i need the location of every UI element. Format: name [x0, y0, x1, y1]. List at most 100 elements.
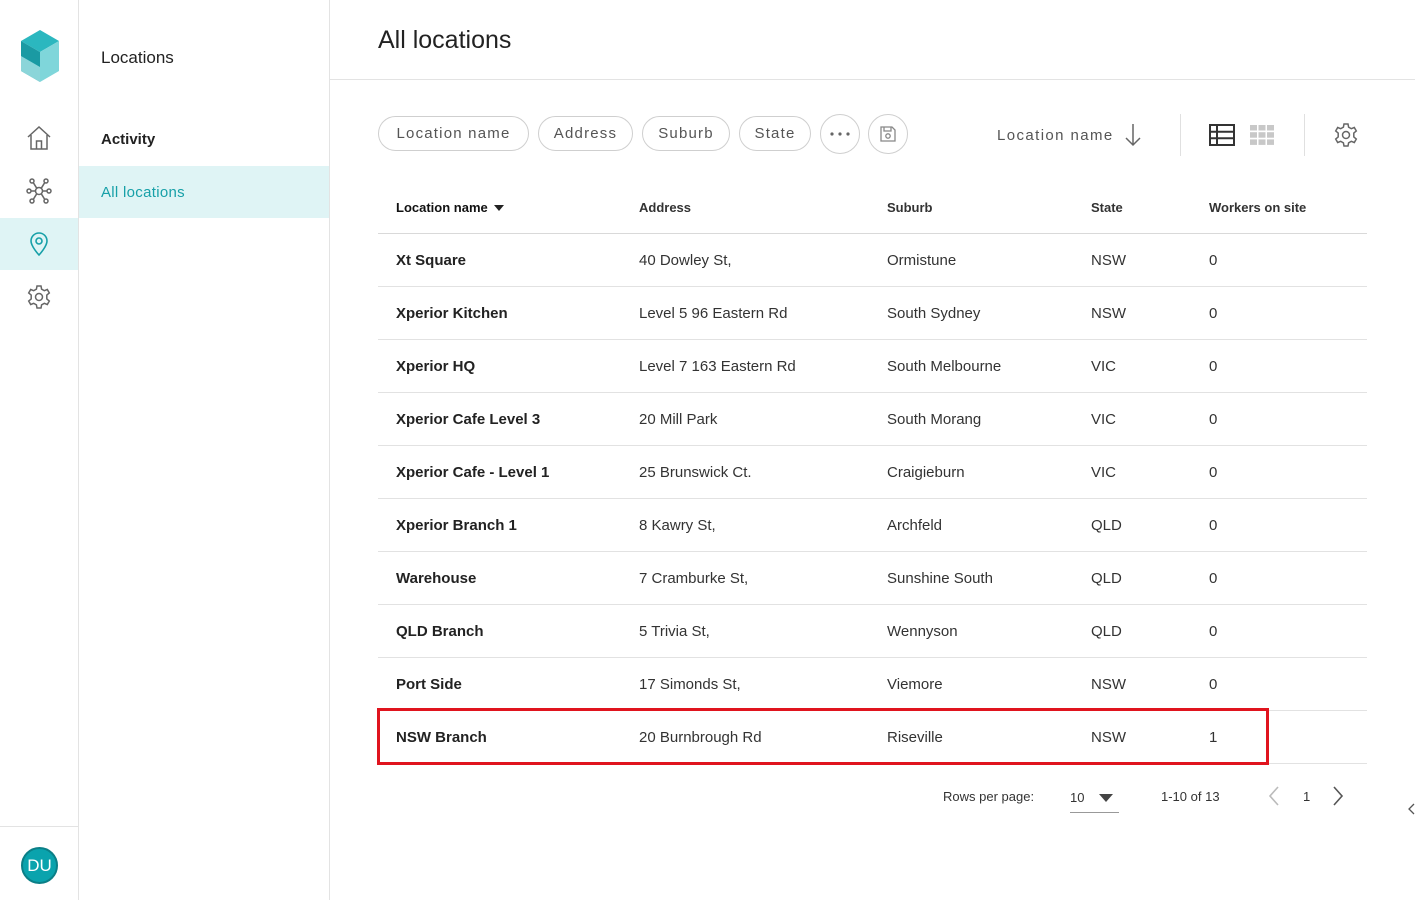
cell-location-name: Xperior Cafe - Level 1 — [396, 464, 550, 481]
nav-network[interactable] — [0, 165, 78, 217]
table-row[interactable]: Xperior HQ Level 7 163 Eastern Rd South … — [378, 340, 1367, 393]
cell-address: Level 5 96 Eastern Rd — [639, 305, 788, 322]
filter-chip-location-name[interactable]: Location name — [378, 116, 529, 151]
table-row[interactable]: Xt Square 40 Dowley St, Ormistune NSW 0 — [378, 234, 1367, 287]
cell-location-name: Xt Square — [396, 252, 467, 269]
list-view-button[interactable] — [1208, 122, 1236, 148]
cell-location-name: Xperior Cafe Level 3 — [396, 411, 541, 428]
cell-state: VIC — [1091, 358, 1117, 375]
rows-per-page-value: 10 — [1070, 789, 1085, 805]
cell-state: QLD — [1091, 570, 1122, 587]
table-row[interactable]: Xperior Cafe Level 3 20 Mill Park South … — [378, 393, 1367, 446]
sort-control[interactable]: Location name — [997, 122, 1142, 148]
page-title: All locations — [378, 26, 512, 54]
grid-view-button[interactable] — [1248, 122, 1276, 148]
cell-location-name: Xperior Branch 1 — [396, 517, 517, 534]
column-header-workers-on-site[interactable]: Workers on site — [1209, 200, 1306, 215]
cell-workers: 0 — [1209, 305, 1218, 322]
cell-address: 20 Mill Park — [639, 411, 718, 428]
cell-address: Level 7 163 Eastern Rd — [639, 358, 796, 375]
table-row[interactable]: Xperior Cafe - Level 1 25 Brunswick Ct. … — [378, 446, 1367, 499]
column-header-address[interactable]: Address — [639, 200, 691, 215]
table-row[interactable]: Xperior Branch 1 8 Kawry St, Archfeld QL… — [378, 499, 1367, 552]
table-row-highlighted[interactable]: NSW Branch 20 Burnbrough Rd Riseville NS… — [378, 711, 1367, 764]
save-filters-button[interactable] — [868, 114, 908, 154]
cell-address: 7 Cramburke St, — [639, 570, 749, 587]
cell-workers: 0 — [1209, 517, 1218, 534]
next-page-button[interactable] — [1330, 784, 1346, 813]
cell-suburb: Riseville — [887, 729, 943, 746]
cell-location-name: Xperior Kitchen — [396, 305, 508, 322]
subnav-item-activity[interactable]: Activity — [79, 113, 329, 165]
nav-home[interactable] — [0, 112, 78, 164]
nav-locations[interactable] — [0, 218, 78, 270]
cell-address: 40 Dowley St, — [639, 252, 732, 269]
cell-workers: 0 — [1209, 358, 1218, 375]
cell-workers: 0 — [1209, 252, 1218, 269]
cell-location-name: Warehouse — [396, 570, 477, 587]
network-icon — [26, 178, 52, 204]
page-header: All locations — [330, 0, 1415, 80]
nav-settings[interactable] — [0, 271, 78, 323]
cell-workers: 0 — [1209, 570, 1218, 587]
cell-state: VIC — [1091, 411, 1117, 428]
table-header: Location name Address Suburb State Worke… — [378, 181, 1367, 234]
cell-address: 8 Kawry St, — [639, 517, 716, 534]
column-header-state[interactable]: State — [1091, 200, 1123, 215]
collapse-panel-icon[interactable] — [1407, 802, 1415, 816]
column-header-suburb[interactable]: Suburb — [887, 200, 933, 215]
cell-state: NSW — [1091, 252, 1126, 269]
column-header-label: Location name — [396, 200, 488, 215]
user-avatar[interactable]: DU — [21, 847, 58, 884]
cell-workers: 0 — [1209, 623, 1218, 640]
table-row[interactable]: Port Side 17 Simonds St, Viemore NSW 0 — [378, 658, 1367, 711]
cell-location-name: QLD Branch — [396, 623, 484, 640]
grid-view-icon — [1250, 125, 1274, 145]
table-toolbar: Location name Address Suburb State Locat… — [378, 114, 1368, 156]
icon-rail: DU — [0, 0, 79, 900]
cell-suburb: South Sydney — [887, 305, 981, 322]
previous-page-button[interactable] — [1266, 784, 1282, 813]
sort-caret-icon — [493, 204, 504, 211]
app-logo[interactable] — [21, 30, 59, 82]
cell-suburb: Wennyson — [887, 623, 958, 640]
cell-location-name: Xperior HQ — [396, 358, 476, 375]
table-row[interactable]: Xperior Kitchen Level 5 96 Eastern Rd So… — [378, 287, 1367, 340]
cell-suburb: South Melbourne — [887, 358, 1002, 375]
locations-subnav: Locations Activity All locations — [79, 0, 330, 900]
main-content: All locations Location name Address Subu… — [330, 0, 1415, 900]
cell-workers: 1 — [1209, 729, 1218, 746]
table-row[interactable]: Warehouse 7 Cramburke St, Sunshine South… — [378, 552, 1367, 605]
cell-address: 5 Trivia St, — [639, 623, 710, 640]
cell-state: NSW — [1091, 305, 1126, 322]
gear-icon — [27, 285, 51, 309]
table-settings-button[interactable] — [1332, 121, 1360, 149]
ellipsis-icon — [830, 132, 850, 136]
subnav-item-all-locations[interactable]: All locations — [79, 166, 329, 218]
current-page[interactable]: 1 — [1303, 789, 1310, 804]
cell-state: QLD — [1091, 517, 1122, 534]
cell-address: 20 Burnbrough Rd — [639, 729, 762, 746]
sort-label: Location name — [997, 126, 1114, 144]
rows-per-page-select[interactable]: 10 — [1070, 782, 1119, 813]
cell-suburb: South Morang — [887, 411, 982, 428]
cell-suburb: Ormistune — [887, 252, 957, 269]
pagination: Rows per page: 10 1-10 of 13 1 — [330, 780, 1415, 820]
table-row[interactable]: QLD Branch 5 Trivia St, Wennyson QLD 0 — [378, 605, 1367, 658]
list-view-icon — [1209, 124, 1235, 146]
cell-address: 17 Simonds St, — [639, 676, 741, 693]
chevron-left-icon — [1268, 786, 1279, 806]
cell-suburb: Archfeld — [887, 517, 943, 534]
cell-state: VIC — [1091, 464, 1117, 481]
arrow-down-icon — [1125, 124, 1141, 147]
cell-state: NSW — [1091, 729, 1126, 746]
save-icon — [880, 126, 896, 142]
filter-chip-address[interactable]: Address — [538, 116, 633, 151]
home-icon — [27, 125, 51, 150]
more-filters-button[interactable] — [820, 114, 860, 154]
cell-suburb: Sunshine South — [887, 570, 993, 587]
filter-chip-state[interactable]: State — [739, 116, 811, 151]
filter-chip-suburb[interactable]: Suburb — [642, 116, 730, 151]
column-header-location-name[interactable]: Location name — [396, 200, 504, 215]
cell-state: NSW — [1091, 676, 1126, 693]
